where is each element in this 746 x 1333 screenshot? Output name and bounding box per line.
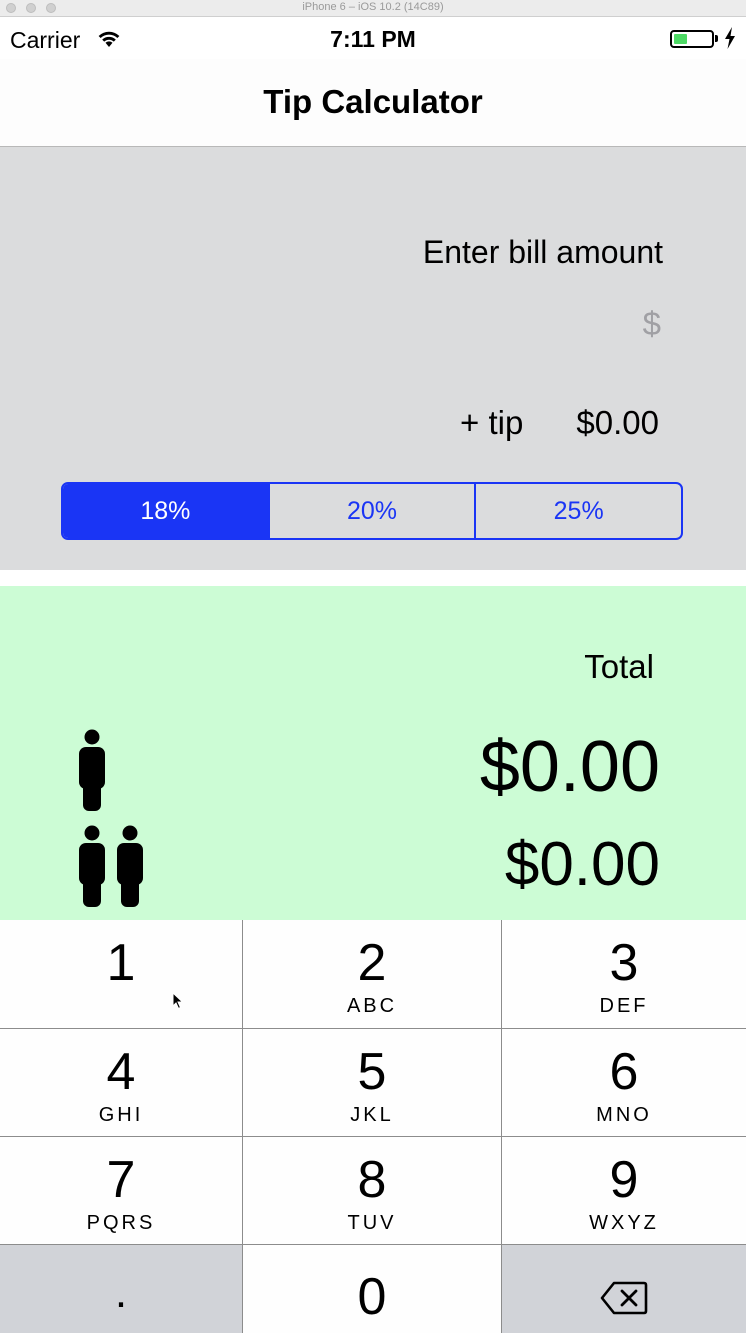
key-9[interactable]: 9 WXYZ xyxy=(502,1137,746,1244)
numeric-keypad: 1 2 ABC 3 DEF 4 GHI 5 JKL 6 MNO 7 PQRS 8… xyxy=(0,920,746,1333)
two-people-icon xyxy=(79,825,143,907)
total-per-two-people: $0.00 xyxy=(504,830,660,899)
tip-percent-selector: 18% 20% 25% xyxy=(61,482,683,540)
backspace-icon xyxy=(600,1281,648,1315)
key-letters: ABC xyxy=(346,995,398,1017)
totals-panel: Total $0.00 $0.00 xyxy=(0,586,746,920)
key-divider xyxy=(0,1244,746,1245)
tip-amount: $0.00 xyxy=(576,404,659,441)
tip-label: + tip xyxy=(460,404,524,441)
battery-icon xyxy=(670,30,714,48)
tip-option-20[interactable]: 20% xyxy=(270,484,477,538)
charging-bolt-icon xyxy=(725,27,735,49)
key-digit: 8 xyxy=(357,1151,387,1209)
key-divider xyxy=(501,920,502,1333)
one-person-icon xyxy=(79,729,105,811)
simulator-title-bar: iPhone 6 – iOS 10.2 (14C89) xyxy=(0,0,746,17)
key-divider xyxy=(0,1136,746,1137)
mouse-pointer-icon xyxy=(172,992,184,1010)
key-divider xyxy=(242,920,243,1333)
key-digit: 1 xyxy=(106,934,136,992)
key-letters: TUV xyxy=(347,1212,397,1234)
status-time: 7:11 PM xyxy=(330,26,416,52)
bill-amount-field[interactable]: $ xyxy=(643,305,661,343)
key-digit: 0 xyxy=(357,1268,387,1326)
key-letters: DEF xyxy=(599,995,649,1017)
simulator-title: iPhone 6 – iOS 10.2 (14C89) xyxy=(302,1,444,13)
key-5[interactable]: 5 JKL xyxy=(243,1029,501,1136)
key-decimal[interactable]: . xyxy=(0,1245,242,1333)
key-8[interactable]: 8 TUV xyxy=(243,1137,501,1244)
key-7[interactable]: 7 PQRS xyxy=(0,1137,242,1244)
status-bar: Carrier 7:11 PM xyxy=(0,17,746,59)
battery-tip xyxy=(715,35,718,42)
key-digit: 7 xyxy=(106,1151,136,1209)
key-digit: 9 xyxy=(609,1151,639,1209)
key-letters: GHI xyxy=(98,1104,144,1126)
key-letters: WXYZ xyxy=(589,1212,659,1234)
key-1[interactable]: 1 xyxy=(0,920,242,1028)
key-digit: 3 xyxy=(609,934,639,992)
bill-prompt-label: Enter bill amount xyxy=(422,234,663,270)
key-divider xyxy=(0,1028,746,1029)
key-2[interactable]: 2 ABC xyxy=(243,920,501,1028)
key-6[interactable]: 6 MNO xyxy=(502,1029,746,1136)
key-digit: 2 xyxy=(357,934,387,992)
total-label: Total xyxy=(584,648,654,685)
total-per-one-person: $0.00 xyxy=(479,727,660,807)
tip-option-25[interactable]: 25% xyxy=(476,484,681,538)
key-letters: MNO xyxy=(596,1104,652,1126)
bill-input-panel: Enter bill amount $ + tip $0.00 18% 20% … xyxy=(0,147,746,570)
tip-option-18[interactable]: 18% xyxy=(63,484,270,538)
key-letters: PQRS xyxy=(86,1212,156,1234)
navigation-bar: Tip Calculator xyxy=(0,59,746,147)
key-digit: 6 xyxy=(609,1043,639,1101)
key-4[interactable]: 4 GHI xyxy=(0,1029,242,1136)
panel-divider xyxy=(0,570,746,586)
key-digit: . xyxy=(114,1268,128,1317)
key-3[interactable]: 3 DEF xyxy=(502,920,746,1028)
key-letters: JKL xyxy=(350,1104,394,1126)
key-digit: 5 xyxy=(357,1043,387,1101)
key-delete[interactable] xyxy=(502,1245,746,1333)
key-digit: 4 xyxy=(106,1043,136,1101)
key-0[interactable]: 0 xyxy=(243,1245,501,1333)
page-title: Tip Calculator xyxy=(263,83,483,120)
